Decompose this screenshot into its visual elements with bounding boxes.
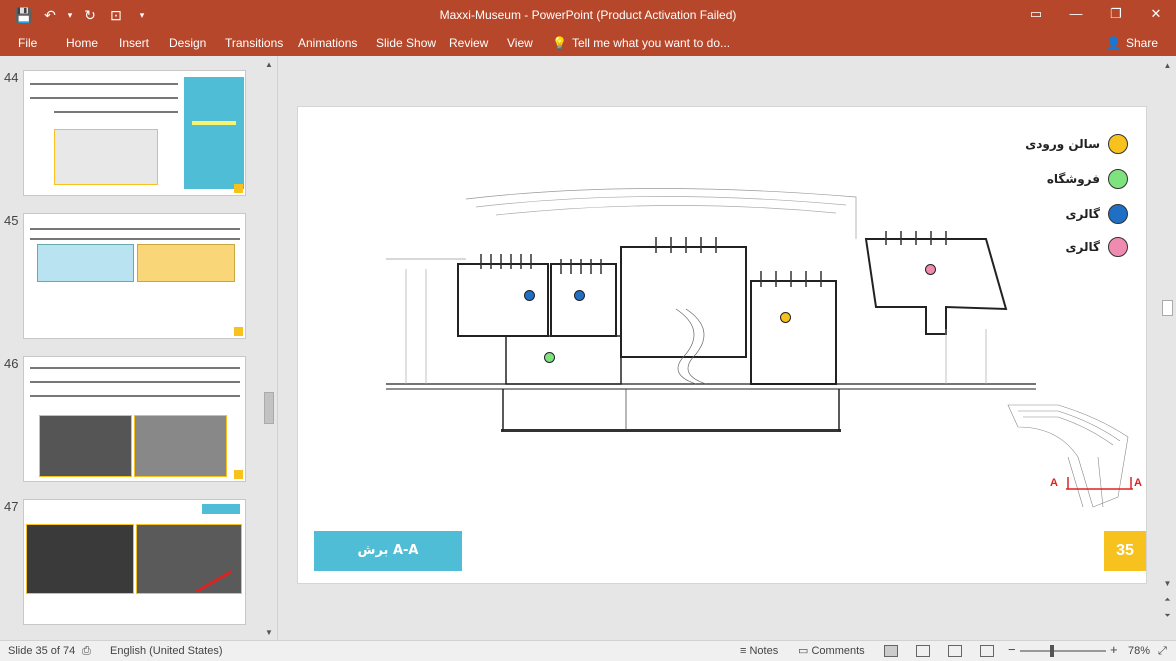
- slide-editor: سالن ورودی فروشگاه گالری گالری A A برش A…: [279, 56, 1159, 640]
- comment-icon: ▭: [798, 645, 809, 657]
- slide-thumbnail[interactable]: [23, 499, 246, 625]
- slide-sorter-icon[interactable]: [916, 645, 933, 658]
- tab-review[interactable]: Review: [447, 34, 490, 52]
- thumbnail-number: 44: [4, 70, 19, 85]
- slide-thumbnail[interactable]: [23, 70, 246, 196]
- tell-me-placeholder: Tell me what you want to do...: [571, 36, 731, 50]
- comments-label: Comments: [811, 645, 865, 657]
- legend-label: گالری: [1065, 240, 1100, 254]
- legend-dot-green: [1108, 169, 1128, 189]
- lightbulb-icon: 💡: [552, 36, 567, 50]
- tab-transitions[interactable]: Transitions: [223, 34, 285, 52]
- tab-file[interactable]: File: [16, 34, 39, 52]
- plan-marker-left: A: [1050, 477, 1058, 489]
- notes-label: Notes: [749, 645, 779, 657]
- thumbnail-scrollbar[interactable]: ▲ ▼: [262, 56, 276, 640]
- section-label: برش A-A: [314, 531, 462, 571]
- minimize-icon[interactable]: —: [1056, 0, 1096, 30]
- scroll-down-icon[interactable]: ▼: [264, 628, 274, 638]
- ribbon-tabs: File Home Insert Design Transitions Anim…: [0, 30, 1176, 56]
- thumbnail-number: 46: [4, 356, 19, 371]
- notes-icon: ≡: [740, 645, 747, 657]
- zoom-in-button[interactable]: +: [1110, 643, 1118, 656]
- legend-item: گالری: [1066, 204, 1128, 224]
- section-dot-lobby: [780, 312, 791, 323]
- section-dot-shop: [544, 352, 555, 363]
- tab-animations[interactable]: Animations: [296, 34, 359, 52]
- ribbon-display-options-icon[interactable]: ▭: [1016, 0, 1056, 30]
- page-number-badge: 35: [1104, 531, 1146, 571]
- person-icon: 👤: [1106, 36, 1121, 50]
- zoom-slider-knob[interactable]: [1050, 645, 1054, 657]
- zoom-slider[interactable]: [1020, 650, 1106, 652]
- close-icon[interactable]: ✕: [1136, 0, 1176, 30]
- next-slide-icon[interactable]: ⏷: [1162, 610, 1173, 621]
- status-bar: Slide 35 of 74 ⎙ English (United States)…: [0, 640, 1176, 661]
- tab-view[interactable]: View: [505, 34, 535, 52]
- thumbnail-number: 45: [4, 213, 19, 228]
- spell-check-icon[interactable]: ⎙: [82, 645, 91, 658]
- tab-home[interactable]: Home: [64, 34, 100, 52]
- comments-button[interactable]: ▭ Comments: [798, 645, 865, 658]
- legend-item: گالری: [1066, 237, 1128, 257]
- plan-inset: A A: [998, 397, 1142, 523]
- legend-dot-pink: [1108, 237, 1128, 257]
- share-label: Share: [1125, 36, 1158, 50]
- scroll-down-icon[interactable]: ▼: [1162, 578, 1173, 589]
- slide-thumbnail-pane: 44 45 46 47 ▲ ▼: [0, 56, 278, 640]
- window-title: Maxxi-Museum - PowerPoint (Product Activ…: [439, 8, 737, 22]
- slide-thumbnail[interactable]: [23, 356, 246, 482]
- tab-design[interactable]: Design: [167, 34, 208, 52]
- window-controls: ▭ — ❐ ✕: [1016, 0, 1176, 30]
- thumbnail-row[interactable]: 46: [0, 356, 262, 484]
- legend-item: فروشگاه: [1047, 169, 1128, 189]
- legend-item: سالن ورودی: [1025, 134, 1128, 154]
- thumbnail-number: 47: [4, 499, 19, 514]
- thumbnail-row[interactable]: 44: [0, 70, 262, 198]
- scroll-up-icon[interactable]: ▲: [264, 60, 274, 70]
- slide-show-icon[interactable]: [980, 645, 997, 658]
- share-button[interactable]: 👤 Share: [1106, 34, 1158, 52]
- legend-dot-yellow: [1108, 134, 1128, 154]
- plan-marker-right: A: [1134, 477, 1142, 489]
- previous-slide-icon[interactable]: ⏶: [1162, 594, 1173, 605]
- restore-icon[interactable]: ❐: [1096, 0, 1136, 30]
- fit-slide-icon[interactable]: ⤢: [1158, 645, 1167, 658]
- section-dot-gallery-1: [524, 290, 535, 301]
- title-bar: 💾 ↶ ▾ ↻ ⊡ ▾ Maxxi-Museum - PowerPoint (P…: [0, 0, 1176, 30]
- scroll-up-icon[interactable]: ▲: [1162, 60, 1173, 71]
- thumbnail-row[interactable]: 47: [0, 499, 262, 627]
- zoom-level[interactable]: 78%: [1128, 645, 1150, 658]
- zoom-out-button[interactable]: −: [1008, 643, 1016, 656]
- legend-label: سالن ورودی: [1025, 137, 1100, 151]
- scrollbar-thumb[interactable]: [1162, 300, 1173, 316]
- language-indicator[interactable]: English (United States): [110, 645, 223, 658]
- reading-view-icon[interactable]: [948, 645, 965, 658]
- notes-button[interactable]: ≡ Notes: [740, 645, 778, 658]
- legend-label: فروشگاه: [1046, 172, 1100, 186]
- section-drawing: [386, 188, 1036, 432]
- slide-counter: Slide 35 of 74: [8, 645, 76, 657]
- tell-me-search[interactable]: 💡 Tell me what you want to do...: [552, 34, 730, 52]
- editor-scrollbar[interactable]: ▲ ▼ ⏶ ⏷: [1159, 56, 1176, 640]
- current-slide[interactable]: سالن ورودی فروشگاه گالری گالری A A برش A…: [297, 106, 1147, 584]
- legend-label: گالری: [1065, 207, 1100, 221]
- thumbnail-row[interactable]: 45: [0, 213, 262, 341]
- section-dot-gallery-3: [925, 264, 936, 275]
- tab-insert[interactable]: Insert: [117, 34, 151, 52]
- legend-dot-blue: [1108, 204, 1128, 224]
- normal-view-icon[interactable]: [884, 645, 901, 658]
- section-dot-gallery-2: [574, 290, 585, 301]
- scrollbar-thumb[interactable]: [264, 392, 274, 424]
- tab-slide-show[interactable]: Slide Show: [374, 34, 438, 52]
- slide-thumbnail[interactable]: [23, 213, 246, 339]
